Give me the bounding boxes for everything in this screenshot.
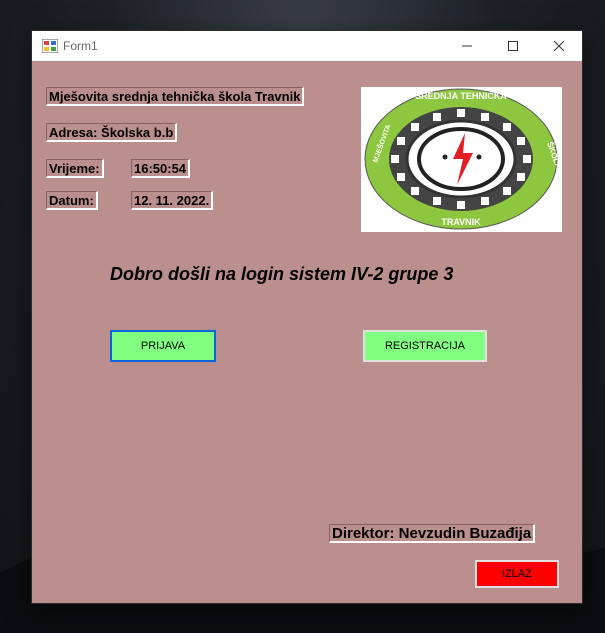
school-logo: SREDNJA TEHNIČKA MJEŠOVITA ŠKOLA TRAVNIK (361, 87, 563, 232)
school-name-label: Mješovita srednja tehnička škola Travnik (46, 87, 305, 106)
close-icon (554, 41, 564, 51)
minimize-icon (462, 45, 472, 47)
form-app-icon (42, 39, 58, 53)
izlaz-button[interactable]: IZLAZ (475, 560, 559, 588)
logo-ring-text-bottom: TRAVNIK (441, 217, 481, 227)
window-title: Form1 (63, 39, 98, 53)
maximize-button[interactable] (490, 31, 536, 61)
maximize-icon (508, 41, 518, 51)
title-bar[interactable]: Form1 (32, 31, 582, 61)
form-client-area: Mješovita srednja tehnička škola Travnik… (32, 61, 582, 603)
time-caption: Vrijeme: (46, 159, 104, 178)
minimize-button[interactable] (444, 31, 490, 61)
director-label: Direktor: Nevzudin Buzađija (329, 524, 536, 543)
welcome-heading: Dobro došli na login sistem IV-2 grupe 3 (110, 264, 454, 284)
time-value: 16:50:54 (131, 159, 191, 178)
close-button[interactable] (536, 31, 582, 61)
logo-ring-text-top: SREDNJA TEHNIČKA (415, 90, 507, 101)
date-value: 12. 11. 2022. (131, 191, 214, 210)
school-logo-emblem: SREDNJA TEHNIČKA MJEŠOVITA ŠKOLA TRAVNIK (364, 88, 563, 230)
registracija-button[interactable]: REGISTRACIJA (363, 330, 487, 362)
address-label: Adresa: Školska b.b (46, 123, 178, 142)
form-window: Form1 Mješovita srednja tehnička škola T… (32, 31, 582, 603)
prijava-button[interactable]: PRIJAVA (110, 330, 216, 362)
date-caption: Datum: (46, 191, 98, 210)
